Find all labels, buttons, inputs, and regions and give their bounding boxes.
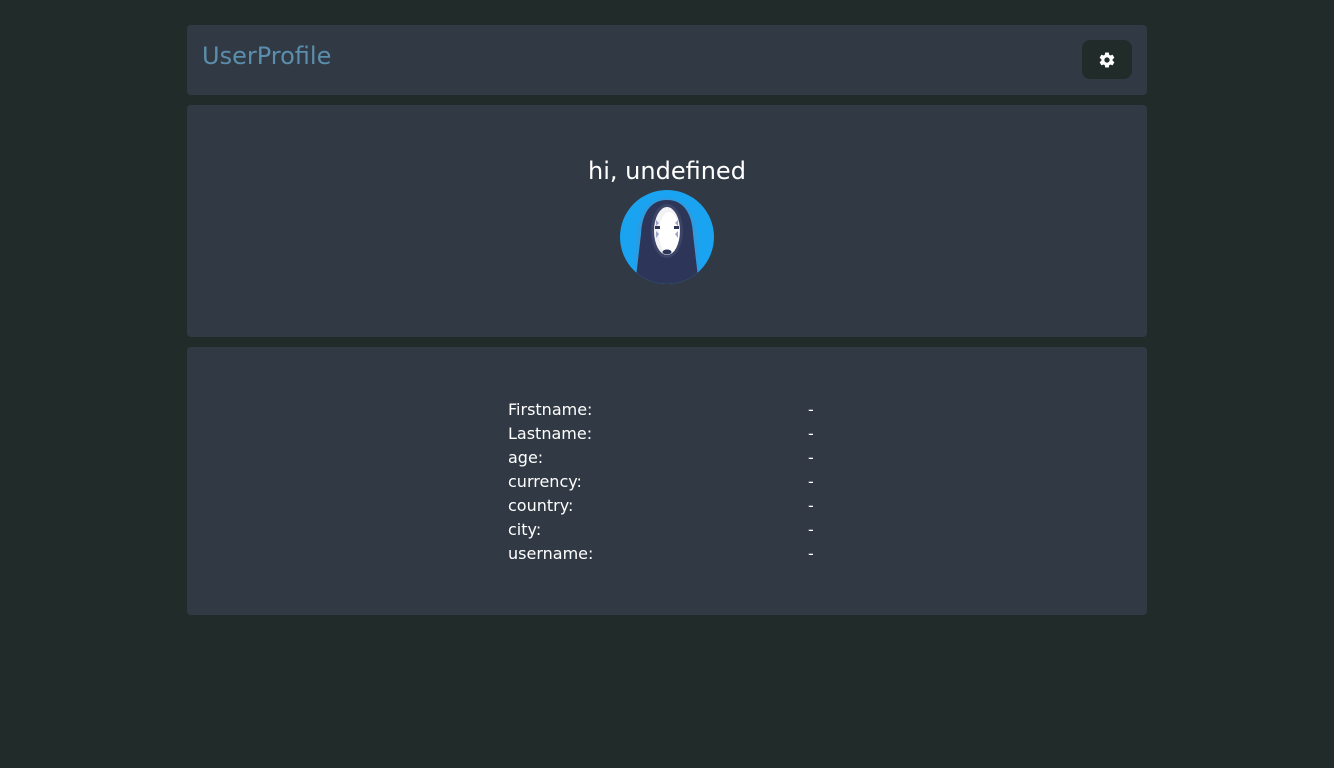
profile-details-table: Firstname: - Lastname: - age: - currency: - coun… <box>508 398 868 566</box>
settings-button[interactable] <box>1082 40 1132 79</box>
greeting-card: hi, undefined <box>187 105 1147 337</box>
profile-field-value: - <box>808 472 814 491</box>
profile-row: Lastname: - <box>508 422 868 446</box>
profile-field-label: age: <box>508 448 544 467</box>
profile-field-value: - <box>808 544 814 563</box>
profile-field-label: Firstname: <box>508 400 593 419</box>
profile-field-value: - <box>808 520 814 539</box>
profile-field-label: username: <box>508 544 594 563</box>
profile-row: city: - <box>508 518 868 542</box>
profile-row: username: - <box>508 542 868 566</box>
gear-icon <box>1098 51 1116 69</box>
profile-row: age: - <box>508 446 868 470</box>
profile-row: country: - <box>508 494 868 518</box>
greeting-text: hi, undefined <box>588 157 746 185</box>
profile-details-card: Firstname: - Lastname: - age: - currency: - coun… <box>187 347 1147 615</box>
profile-row: Firstname: - <box>508 398 868 422</box>
profile-field-label: city: <box>508 520 542 539</box>
profile-field-value: - <box>808 448 814 467</box>
profile-row: currency: - <box>508 470 868 494</box>
profile-field-label: currency: <box>508 472 582 491</box>
profile-field-label: country: <box>508 496 574 515</box>
profile-field-label: Lastname: <box>508 424 593 443</box>
no-face-avatar-icon <box>620 190 714 284</box>
profile-field-value: - <box>808 400 814 419</box>
profile-field-value: - <box>808 424 814 443</box>
header-bar: UserProfile <box>187 25 1147 95</box>
app-title: UserProfile <box>202 42 332 70</box>
avatar <box>620 190 714 284</box>
profile-field-value: - <box>808 496 814 515</box>
